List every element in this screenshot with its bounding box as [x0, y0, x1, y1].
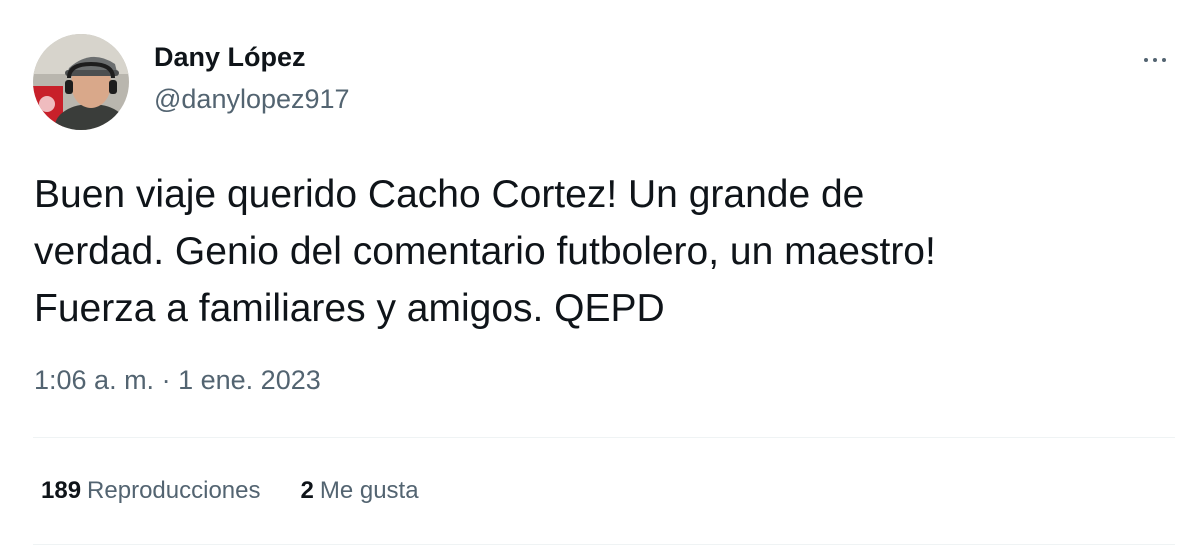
tweet-time[interactable]: 1:06 a. m.	[34, 365, 154, 395]
tweet-text: Buen viaje querido Cacho Cortez! Un gran…	[34, 166, 1174, 337]
tweet-timestamp: 1:06 a. m. · 1 ene. 2023	[34, 365, 321, 396]
tweet-text-line: Fuerza a familiares y amigos. QEPD	[34, 287, 665, 330]
views-count: 189	[41, 477, 82, 504]
tweet-card: Dany López @danylopez917 Buen viaje quer…	[0, 0, 1200, 547]
author-display-name[interactable]: Dany López	[154, 42, 306, 73]
author-handle[interactable]: @danylopez917	[154, 84, 350, 115]
tweet-text-line: verdad. Genio del comentario futbolero, …	[34, 230, 936, 273]
more-horizontal-icon-dot	[1153, 58, 1157, 62]
more-horizontal-icon-dot	[1162, 58, 1166, 62]
views-label: Reproducciones	[87, 477, 261, 504]
timestamp-separator: ·	[161, 365, 171, 395]
more-horizontal-icon	[1144, 58, 1148, 62]
likes-label: Me gusta	[319, 477, 419, 504]
tweet-text-line: Buen viaje querido Cacho Cortez! Un gran…	[34, 173, 865, 216]
likes-stat[interactable]: 2 Me gusta	[300, 477, 418, 505]
views-stat[interactable]: 189 Reproducciones	[41, 477, 260, 505]
tweet-date[interactable]: 1 ene. 2023	[178, 365, 321, 395]
divider	[33, 437, 1175, 438]
author-avatar[interactable]	[33, 34, 129, 130]
user-photo-avatar-icon	[33, 34, 129, 130]
likes-count: 2	[300, 477, 314, 504]
tweet-stats: 189 Reproducciones 2 Me gusta	[41, 477, 419, 505]
divider-bottom	[33, 544, 1175, 545]
more-options-button[interactable]	[1133, 42, 1177, 78]
